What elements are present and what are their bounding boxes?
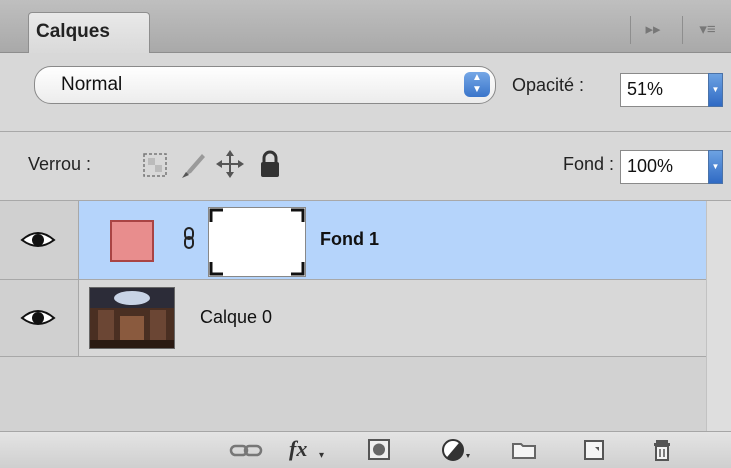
opacity-label: Opacité :: [512, 75, 585, 95]
fx-label: fx: [289, 436, 308, 461]
layer-name[interactable]: Fond 1: [320, 229, 379, 250]
lock-row: Verrou : Fond : 100% ▼: [0, 132, 731, 201]
photo-thumbnail[interactable]: [89, 287, 175, 349]
blend-mode-value: Normal: [61, 74, 123, 95]
layer-row-calque-0[interactable]: Calque 0: [0, 280, 706, 357]
opacity-field[interactable]: 51% ▼: [620, 73, 723, 107]
opacity-value: 51%: [627, 79, 664, 99]
solid-color-thumbnail[interactable]: [110, 220, 154, 262]
blend-mode-select[interactable]: Normal ▲ ▼: [34, 66, 496, 104]
link-layers-icon[interactable]: [228, 438, 264, 462]
new-layer-icon[interactable]: [580, 438, 608, 462]
visibility-toggle[interactable]: [0, 201, 79, 279]
scrollbar[interactable]: [706, 201, 731, 431]
lock-transparent-pixels-icon[interactable]: [138, 146, 174, 182]
new-group-icon[interactable]: [510, 438, 538, 462]
panel-header: Calques ▸▸ ▾≡: [0, 0, 731, 54]
double-arrow-right-icon: ▸▸: [645, 21, 661, 38]
layer-name[interactable]: Calque 0: [200, 307, 272, 328]
delete-icon[interactable]: [648, 438, 676, 462]
opacity-dropdown-icon[interactable]: ▼: [708, 73, 723, 107]
panel-menu-button[interactable]: ▾≡: [682, 16, 731, 44]
fill-dropdown-icon[interactable]: ▼: [708, 150, 723, 184]
lock-all-icon[interactable]: [252, 146, 288, 182]
fill-field[interactable]: 100% ▼: [620, 150, 723, 184]
fill-label: Fond :: [563, 154, 615, 174]
panel-footer: fx ▾: [0, 431, 731, 468]
fx-icon[interactable]: fx ▾: [287, 436, 329, 462]
fill-value: 100%: [627, 156, 674, 176]
tab-calques[interactable]: Calques: [28, 12, 150, 54]
eye-icon: [20, 232, 56, 247]
layers-list: Fond 1 Calque 0: [0, 201, 731, 432]
layer-mask-thumbnail[interactable]: [208, 207, 306, 277]
select-stepper-icon: ▲ ▼: [464, 72, 490, 97]
panel-menu-icon: ▾≡: [699, 21, 716, 38]
adjustment-layer-icon[interactable]: [440, 438, 474, 462]
add-mask-icon[interactable]: [366, 438, 394, 462]
eye-icon: [20, 310, 56, 325]
layer-row-fond-1[interactable]: Fond 1: [0, 201, 706, 280]
collapse-panel-button[interactable]: ▸▸: [630, 16, 675, 44]
lock-label: Verrou :: [28, 154, 92, 174]
lock-image-pixels-icon[interactable]: [176, 146, 212, 182]
lock-position-icon[interactable]: [212, 146, 248, 182]
tab-label: Calques: [36, 21, 110, 42]
chain-link-icon[interactable]: [183, 227, 195, 249]
layers-empty-area: [0, 357, 706, 432]
blend-row: Normal ▲ ▼ Opacité : 51% ▼: [0, 53, 731, 132]
layers-panel: Calques ▸▸ ▾≡ Normal ▲ ▼ Opacité : 51% ▼ …: [0, 0, 731, 468]
visibility-toggle[interactable]: [0, 280, 79, 356]
